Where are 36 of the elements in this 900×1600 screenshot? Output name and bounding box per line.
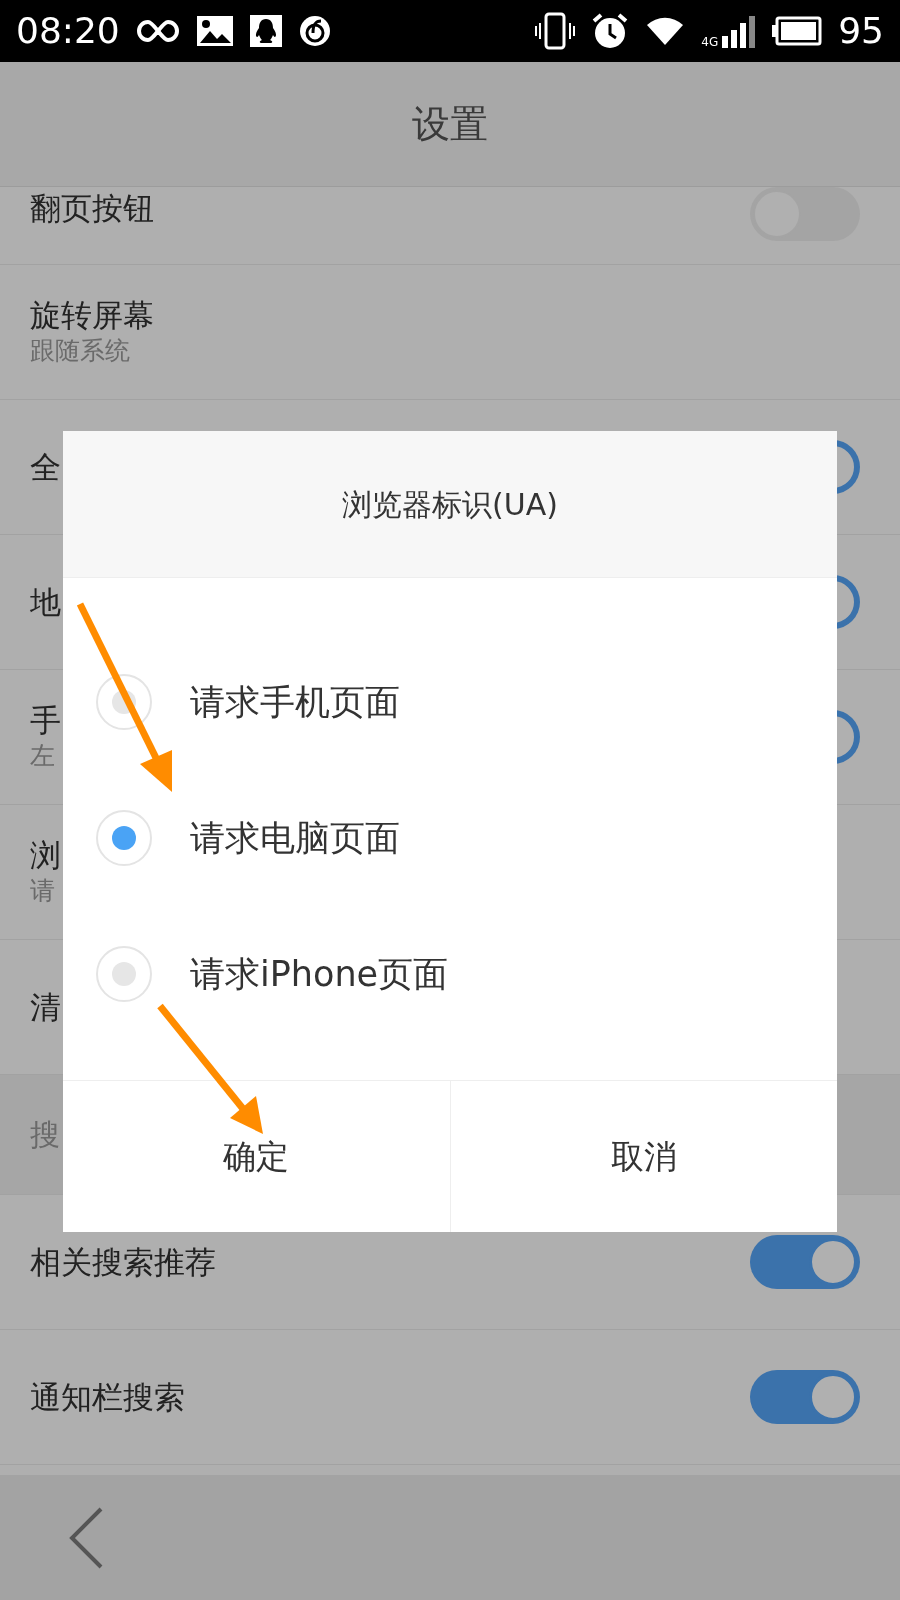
signal-icon [722,14,757,48]
setting-title: 通知栏搜索 [30,1377,185,1417]
setting-title: 地 [30,582,61,622]
radio-button[interactable] [96,674,152,730]
dialog-title: 浏览器标识(UA) [342,485,558,524]
setting-title: 浏 [30,836,61,876]
screen-title: 设置 [412,100,488,148]
radio-button[interactable] [96,946,152,1002]
setting-title: 清 [30,987,61,1027]
setting-title: 相关搜索推荐 [30,1242,216,1282]
toggle-switch[interactable] [750,1370,860,1424]
setting-title: 翻页按钮 [30,189,154,228]
setting-value: 跟随系统 [30,335,131,368]
back-icon[interactable] [68,1505,104,1570]
section-header: 搜 [30,1115,60,1154]
vibrate-icon [535,11,576,51]
infinity-icon [135,18,180,44]
option-label[interactable]: 请求iPhone页面 [190,947,449,1001]
music-app-icon [297,14,332,48]
battery-level: 95 [838,9,884,53]
battery-icon [772,16,823,46]
option-label[interactable]: 请求电脑页面 [190,811,400,865]
status-time: 08:20 [16,9,120,53]
option-label[interactable]: 请求手机页面 [190,675,400,729]
toggle-switch[interactable] [750,1235,860,1289]
image-icon [195,15,234,47]
setting-title: 手 [30,701,61,741]
radio-button[interactable] [96,810,152,866]
setting-title: 旋转屏幕 [30,296,154,336]
network-label: 4G [701,36,719,48]
wifi-icon [645,15,686,47]
setting-value: 左 [30,740,56,773]
setting-title: 全 [30,447,61,487]
alarm-icon [591,12,630,50]
penguin-icon [249,15,282,47]
setting-value: 请 [30,875,56,908]
